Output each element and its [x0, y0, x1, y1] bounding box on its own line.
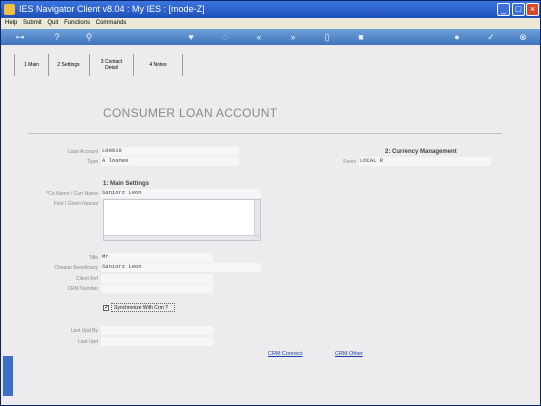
- menu-help[interactable]: Help: [5, 20, 17, 26]
- key-icon[interactable]: ⊶: [9, 31, 31, 43]
- type-label: Type: [87, 159, 98, 165]
- forward-icon[interactable]: »: [287, 31, 299, 43]
- menu-submit[interactable]: Submit: [23, 20, 42, 26]
- heart-icon[interactable]: ♥: [185, 31, 197, 43]
- page-icon[interactable]: ▯: [321, 31, 333, 43]
- menu-bar: Help Submit Quit Functions Commands: [1, 18, 540, 29]
- crm-other-link[interactable]: CRM Other: [335, 351, 363, 357]
- main-settings-title: 1: Main Settings: [103, 181, 150, 187]
- close-icon[interactable]: ⊗: [517, 31, 529, 43]
- app-icon: [4, 4, 15, 15]
- minimize-button[interactable]: _: [497, 3, 510, 16]
- currency-section-title: 2: Currency Management: [385, 149, 457, 155]
- horizontal-scrollbar[interactable]: [104, 235, 260, 240]
- last-upd-by-label: Last Upd By: [70, 328, 98, 334]
- menu-commands[interactable]: Commands: [96, 20, 127, 26]
- title-field[interactable]: Mr: [101, 253, 213, 262]
- type-field[interactable]: A loanee: [101, 157, 239, 166]
- info-icon[interactable]: ●: [451, 31, 463, 43]
- first-names-textarea[interactable]: [103, 199, 261, 241]
- help-icon[interactable]: ?: [51, 31, 63, 43]
- sync-crm-label[interactable]: Synchronize With Crm ?: [111, 303, 175, 312]
- last-upd-field: [101, 337, 213, 346]
- forex-label: Forex: [343, 159, 356, 165]
- window-title: IES Navigator Client v8.04 : My IES : [m…: [19, 4, 205, 14]
- loan-account-field[interactable]: L00019: [101, 147, 239, 156]
- tab-notes[interactable]: 4 Notes: [134, 54, 183, 76]
- last-upd-by-field: [101, 326, 213, 335]
- title-bar: IES Navigator Client v8.04 : My IES : [m…: [1, 1, 540, 18]
- menu-quit[interactable]: Quit: [47, 20, 58, 26]
- side-strip: [3, 356, 13, 396]
- co-name-field[interactable]: Saniorz Leon: [101, 189, 261, 198]
- first-names-label: First / Given Names: [53, 201, 98, 207]
- stop-icon[interactable]: ■: [355, 31, 367, 43]
- tab-main[interactable]: 1 Main: [14, 54, 49, 76]
- client-ref-field[interactable]: [101, 274, 213, 283]
- menu-functions[interactable]: Functions: [64, 20, 90, 26]
- back-icon[interactable]: «: [253, 31, 265, 43]
- loan-account-label: Loan Account: [67, 149, 98, 155]
- maximize-button[interactable]: □: [512, 3, 525, 16]
- close-window-button[interactable]: ×: [526, 3, 539, 16]
- search-icon[interactable]: ⚲: [83, 31, 95, 43]
- forex-field[interactable]: LOCAL R: [359, 157, 491, 166]
- tab-contact-detail[interactable]: 3 Contact Detail: [90, 54, 134, 76]
- check-icon[interactable]: ✓: [485, 31, 497, 43]
- form-area: 1 Main 2 Settings 3 Contact Detail 4 Not…: [3, 45, 538, 405]
- sync-crm-checkbox[interactable]: ✓: [103, 305, 109, 311]
- last-upd-label: Last Upd: [77, 339, 98, 345]
- refresh-icon[interactable]: ◌: [219, 31, 231, 43]
- tab-settings[interactable]: 2 Settings: [48, 54, 90, 76]
- vertical-scrollbar[interactable]: [254, 200, 260, 240]
- crm-number-field[interactable]: [101, 284, 213, 293]
- divider: [28, 133, 502, 134]
- cheque-beneficiary-field[interactable]: Saniorz Leon: [101, 263, 261, 272]
- crm-number-label: CRM Number: [67, 286, 98, 292]
- toolbar: ⊶ ? ⚲ ♥ ◌ « » ▯ ■ ● ✓ ⊗: [1, 29, 540, 45]
- client-ref-label: Client Ref: [76, 276, 98, 282]
- crm-connect-link[interactable]: CRM Connect: [268, 351, 303, 357]
- page-title: CONSUMER LOAN ACCOUNT: [103, 106, 278, 120]
- co-name-label: *Co Name / Curr Name: [46, 191, 98, 197]
- title-label: Title: [88, 255, 98, 261]
- app-window: IES Navigator Client v8.04 : My IES : [m…: [0, 0, 541, 406]
- cheque-beneficiary-label: Cheque Beneficiary: [54, 265, 98, 271]
